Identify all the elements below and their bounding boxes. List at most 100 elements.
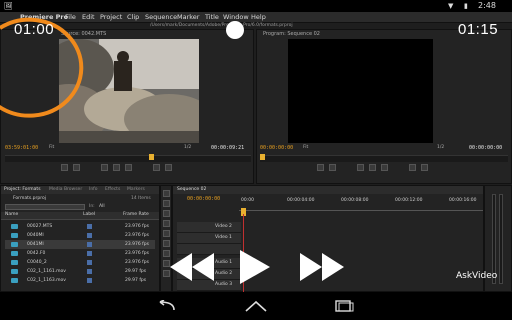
clip-icon [11, 278, 18, 283]
menu-title[interactable]: Title [205, 12, 219, 22]
tab-effects[interactable]: Effects [105, 187, 120, 192]
source-mark-in-button[interactable] [61, 164, 68, 171]
fast-forward-icon[interactable] [296, 250, 348, 284]
source-playhead[interactable] [149, 154, 154, 160]
menu-clip[interactable]: Clip [127, 12, 139, 22]
source-insert-button[interactable] [153, 164, 160, 171]
track-select-tool-icon[interactable] [163, 200, 170, 207]
column-frame-rate[interactable]: Frame Rate [123, 212, 149, 217]
back-icon[interactable] [156, 300, 176, 312]
overlay-timer-left: 01:00 [14, 21, 55, 38]
project-path: /Users/mark/Documents/Adobe/Premiere Pro… [150, 23, 293, 28]
program-step-back-button[interactable] [357, 164, 364, 171]
timeline-timecode: 00:00:00:00 [187, 196, 221, 202]
program-play-button[interactable] [369, 164, 376, 171]
battery-icon: ▮ [464, 2, 468, 10]
program-transport-controls [317, 164, 447, 172]
tab-media-browser[interactable]: Media Browser [49, 187, 82, 192]
rolling-edit-tool-icon[interactable] [163, 220, 170, 227]
menu-help[interactable]: Help [251, 12, 266, 22]
home-icon[interactable] [244, 299, 268, 313]
label-color [87, 251, 92, 256]
source-step-back-button[interactable] [101, 164, 108, 171]
clip-frame-rate: 23.976 fps [125, 260, 149, 265]
source-ratio-select[interactable]: 1/2 [184, 145, 191, 150]
menu-sequence[interactable]: Sequence [145, 12, 177, 22]
ruler-label: 00:00:04:00 [287, 198, 315, 203]
rewind-icon[interactable] [168, 250, 220, 284]
clip-name: 00027.MTS [27, 224, 53, 229]
tab-info[interactable]: Info [89, 187, 98, 192]
program-mark-in-button[interactable] [317, 164, 324, 171]
track-video-1[interactable]: Video 1 [177, 233, 477, 244]
list-item[interactable]: C02_1_1163.mov 29.97 fps [5, 276, 155, 285]
source-step-forward-button[interactable] [125, 164, 132, 171]
label-color [87, 278, 92, 283]
timeline-tab-bar: Sequence 02 [173, 186, 483, 194]
list-item[interactable]: 0041MI 23.976 fps [5, 240, 155, 249]
program-playhead[interactable] [260, 154, 265, 160]
program-monitor: Program: Sequence 02 00:00:00:00 Fit 1/2… [256, 29, 512, 184]
list-item[interactable]: C0040_2 23.976 fps [5, 258, 155, 267]
overlay-timer-right: 01:15 [458, 21, 499, 38]
ripple-edit-tool-icon[interactable] [163, 210, 170, 217]
selection-tool-icon[interactable] [163, 190, 170, 197]
timeline-ruler[interactable]: 00:00 00:00:04:00 00:00:08:00 00:00:12:0… [239, 198, 483, 211]
column-name[interactable]: Name [5, 212, 18, 217]
program-scrubber[interactable] [260, 155, 508, 162]
clip-name: 0040MI [27, 233, 44, 238]
clip-frame-rate: 23.976 fps [125, 242, 149, 247]
slip-tool-icon[interactable] [163, 240, 170, 247]
clip-icon [11, 269, 18, 274]
ruler-label: 00:00 [241, 198, 254, 203]
navigation-bar [0, 292, 512, 320]
program-lift-button[interactable] [409, 164, 416, 171]
source-transport-controls [61, 164, 191, 172]
tab-sequence[interactable]: Sequence 02 [177, 187, 206, 192]
clip-frame-rate: 23.976 fps [125, 251, 149, 256]
program-step-forward-button[interactable] [381, 164, 388, 171]
tab-markers[interactable]: Markers [127, 187, 145, 192]
project-file-name: Formats.prproj [13, 196, 46, 201]
recents-icon[interactable] [334, 300, 354, 312]
source-scrubber[interactable] [5, 155, 251, 162]
list-item[interactable]: C02_1_1161.mov 29.97 fps [5, 267, 155, 276]
project-search-input[interactable] [5, 204, 85, 210]
program-extract-button[interactable] [421, 164, 428, 171]
source-play-button[interactable] [113, 164, 120, 171]
ruler-label: 00:00:12:00 [395, 198, 423, 203]
project-item-count: 14 Items [131, 196, 151, 201]
razor-tool-icon[interactable] [163, 230, 170, 237]
source-fit-select[interactable]: Fit [49, 145, 54, 150]
clip-icon [11, 251, 18, 256]
menu-marker[interactable]: Marker [177, 12, 199, 22]
play-icon[interactable] [238, 248, 272, 286]
list-item[interactable]: 00027.MTS 23.976 fps [5, 222, 155, 231]
program-ratio-select[interactable]: 1/2 [437, 145, 444, 150]
audio-meter-right [499, 194, 503, 284]
source-mark-out-button[interactable] [73, 164, 80, 171]
column-label[interactable]: Label [83, 212, 95, 217]
list-item[interactable]: 0040MI 23.976 fps [5, 231, 155, 240]
track-label: Video 1 [215, 235, 232, 240]
clip-frame-rate: 23.976 fps [125, 233, 149, 238]
program-title[interactable]: Program: Sequence 02 [263, 30, 320, 38]
tab-project[interactable]: Project: Formats [4, 187, 41, 192]
seek-thumb[interactable] [226, 21, 244, 39]
search-in-select[interactable]: All [99, 204, 105, 209]
source-timecode-in: 03:59:01:00 [5, 145, 39, 151]
clip-name: 0042.F0 [27, 251, 46, 256]
clip-icon [11, 260, 18, 265]
clip-name: C02_1_1161.mov [27, 269, 66, 274]
program-video-frame [288, 39, 433, 143]
project-column-header: Name Label Frame Rate [1, 212, 159, 220]
clip-name: 0041MI [27, 242, 44, 247]
clip-frame-rate: 29.97 fps [125, 269, 147, 274]
clock: 2:48 [478, 1, 496, 10]
program-mark-out-button[interactable] [329, 164, 336, 171]
source-overwrite-button[interactable] [165, 164, 172, 171]
track-video-2[interactable]: Video 2 [177, 222, 477, 233]
project-tab-bar: Project: Formats Media Browser Info Effe… [1, 186, 159, 194]
list-item[interactable]: 0042.F0 23.976 fps [5, 249, 155, 258]
program-fit-select[interactable]: Fit [303, 145, 308, 150]
